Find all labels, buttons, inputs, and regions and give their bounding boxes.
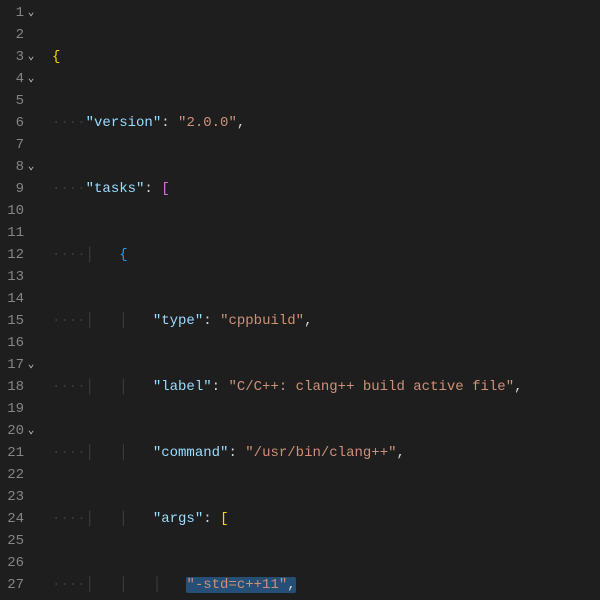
fold-chevron-icon[interactable]: ⌄ <box>24 420 38 442</box>
line-number: 11 <box>0 222 24 244</box>
line-number: 5 <box>0 90 24 112</box>
code-line[interactable]: ····"tasks": [ <box>52 178 600 200</box>
line-number: 25 <box>0 530 24 552</box>
fold-chevron-icon[interactable]: ⌄ <box>24 46 38 68</box>
line-number: 15 <box>0 310 24 332</box>
line-number: 27 <box>0 574 24 596</box>
fold-chevron-icon[interactable]: ⌄ <box>24 68 38 90</box>
line-number: 6 <box>0 112 24 134</box>
code-line[interactable]: ····│ │ "command": "/usr/bin/clang++", <box>52 442 600 464</box>
line-number: 19 <box>0 398 24 420</box>
line-number: 20 <box>0 420 24 442</box>
code-editor[interactable]: 1234567891011121314151617181920212223242… <box>0 0 600 600</box>
line-number: 12 <box>0 244 24 266</box>
line-number: 18 <box>0 376 24 398</box>
line-number: 13 <box>0 266 24 288</box>
line-number: 4 <box>0 68 24 90</box>
line-number: 17 <box>0 354 24 376</box>
code-line[interactable]: ····│ │ │ "-std=c++11", <box>52 574 600 596</box>
code-line[interactable]: { <box>52 46 600 68</box>
code-line[interactable]: ····│ │ "args": [ <box>52 508 600 530</box>
code-line[interactable]: ····│ │ "label": "C/C++: clang++ build a… <box>52 376 600 398</box>
line-number: 24 <box>0 508 24 530</box>
code-line[interactable]: ····"version": "2.0.0", <box>52 112 600 134</box>
line-number: 21 <box>0 442 24 464</box>
code-line[interactable]: ····│ │ "type": "cppbuild", <box>52 310 600 332</box>
line-number: 16 <box>0 332 24 354</box>
line-number: 26 <box>0 552 24 574</box>
line-number: 22 <box>0 464 24 486</box>
fold-chevron-icon[interactable]: ⌄ <box>24 354 38 376</box>
fold-chevron-icon[interactable]: ⌄ <box>24 2 38 24</box>
line-number: 8 <box>0 156 24 178</box>
code-line[interactable]: ····│ { <box>52 244 600 266</box>
code-area[interactable]: { ····"version": "2.0.0", ····"tasks": [… <box>44 0 600 600</box>
line-number: 2 <box>0 24 24 46</box>
line-number: 1 <box>0 2 24 24</box>
line-number: 3 <box>0 46 24 68</box>
line-number: 10 <box>0 200 24 222</box>
line-number: 23 <box>0 486 24 508</box>
gutter: 1234567891011121314151617181920212223242… <box>0 0 44 600</box>
fold-chevron-icon[interactable]: ⌄ <box>24 156 38 178</box>
line-number: 14 <box>0 288 24 310</box>
line-number: 9 <box>0 178 24 200</box>
line-number: 7 <box>0 134 24 156</box>
